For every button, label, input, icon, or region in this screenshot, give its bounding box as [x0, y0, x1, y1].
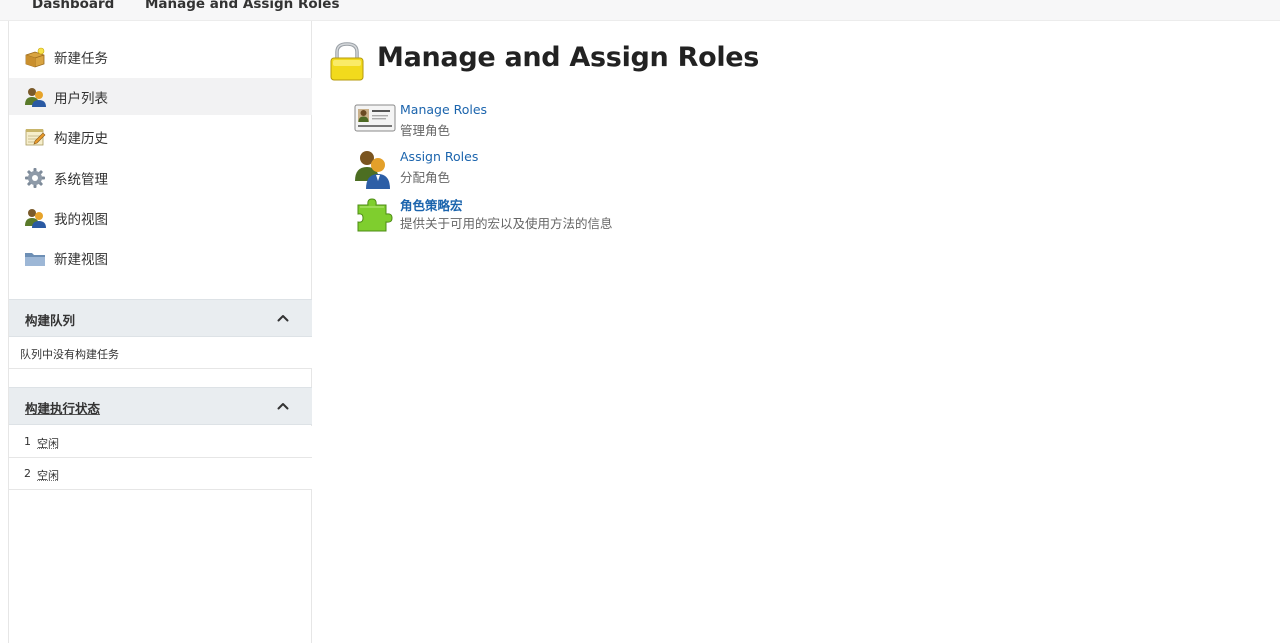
sidebar-item-new-job[interactable]: 新建任务 [9, 38, 312, 75]
sidebar-item-new-view[interactable]: 新建视图 [9, 239, 312, 276]
breadcrumb-manage-roles-link[interactable]: Manage and Assign Roles [145, 0, 339, 12]
id-card-icon [354, 104, 396, 132]
users-icon [25, 88, 46, 107]
executors-header: 构建执行状态 [9, 387, 312, 425]
build-queue-empty-text: 队列中没有构建任务 [20, 348, 119, 361]
sidebar-item-label: 新建视图 [54, 252, 108, 268]
breadcrumb: Dashboard Manage and Assign Roles [0, 0, 1280, 21]
sidebar-item-user-list[interactable]: 用户列表 [9, 78, 312, 115]
build-queue-header: 构建队列 [9, 299, 312, 337]
users-icon [355, 151, 390, 189]
role-strategy-macros-description: 提供关于可用的宏以及使用方法的信息 [400, 216, 613, 231]
executor-row: 2 空闲 [9, 458, 312, 490]
sidebar-item-label: 构建历史 [54, 131, 108, 147]
sidebar-item-build-history[interactable]: 构建历史 [9, 118, 312, 155]
sidebar-item-label: 新建任务 [54, 51, 108, 67]
executor-number: 2 [24, 467, 31, 480]
chevron-up-icon[interactable] [275, 310, 291, 326]
role-strategy-macros-link[interactable]: 角色策略宏 [400, 195, 463, 214]
sidebar: 新建任务 用户列表 构建历史 系统管理 我的视图 新建视图 构建队列 队列中没有… [8, 21, 312, 643]
manage-roles-description: 管理角色 [400, 123, 451, 138]
assign-roles-item: Assign Roles 分配角色 [352, 149, 752, 193]
build-queue-title: 构建队列 [25, 313, 76, 328]
new-package-icon [25, 47, 45, 68]
lock-icon [330, 42, 364, 81]
role-strategy-macros-item: 角色策略宏 提供关于可用的宏以及使用方法的信息 [352, 195, 752, 239]
assign-roles-link[interactable]: Assign Roles [400, 149, 478, 164]
executor-status[interactable]: 空闲 [37, 435, 59, 451]
manage-roles-link[interactable]: Manage Roles [400, 102, 487, 117]
folder-icon [25, 253, 45, 266]
executor-status[interactable]: 空闲 [37, 467, 59, 483]
sidebar-item-manage-jenkins[interactable]: 系统管理 [9, 159, 312, 196]
notepad-icon [25, 129, 46, 146]
sidebar-item-my-views[interactable]: 我的视图 [9, 199, 312, 236]
executor-number: 1 [24, 435, 31, 448]
main-panel: Manage and Assign Roles Manage Roles 管理角… [312, 21, 1280, 643]
sidebar-item-label: 用户列表 [54, 91, 108, 107]
chevron-up-icon[interactable] [275, 398, 291, 414]
executors-title[interactable]: 构建执行状态 [25, 398, 100, 417]
sidebar-item-label: 我的视图 [54, 212, 108, 228]
executor-row: 1 空闲 [9, 426, 312, 458]
page-title: Manage and Assign Roles [377, 42, 760, 73]
sidebar-item-label: 系统管理 [54, 172, 108, 188]
build-queue-row: 队列中没有构建任务 [9, 337, 312, 369]
gear-icon [25, 168, 45, 188]
breadcrumb-dashboard-link[interactable]: Dashboard [32, 0, 114, 12]
users-icon [25, 209, 46, 228]
assign-roles-description: 分配角色 [400, 170, 451, 185]
manage-roles-item: Manage Roles 管理角色 [352, 102, 752, 146]
puzzle-icon [357, 198, 393, 232]
